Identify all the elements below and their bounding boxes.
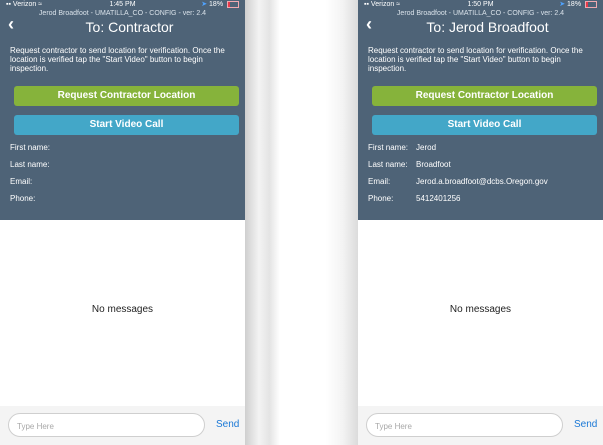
message-input-box[interactable] [8, 413, 205, 437]
battery-icon [227, 0, 239, 8]
email-row: Email: [10, 176, 32, 188]
first-name-label: First name: [10, 143, 51, 152]
compose-bar: Send [358, 406, 603, 445]
battery-status: ➤ 18% [201, 0, 239, 9]
battery-percent: 18% [209, 1, 224, 8]
instructions-text: Request contractor to send location for … [10, 46, 225, 73]
message-input-box[interactable] [366, 413, 563, 437]
phone-label: Phone: [10, 194, 36, 203]
battery-percent: 18% [567, 1, 582, 8]
phone-label: Phone: [368, 194, 394, 203]
location-arrow-icon: ➤ [559, 1, 566, 8]
empty-messages-text: No messages [449, 304, 512, 315]
last-name-row: Last name: Broadfoot [368, 159, 451, 171]
phone-screen-contractor: ▪▪ Verizon ≈ 1:45 PM ➤ 18% ‹ Jerod Broad… [0, 0, 245, 445]
first-name-row: First name: Jerod [368, 142, 436, 154]
start-video-call-button[interactable]: Start Video Call [14, 115, 239, 135]
first-name-row: First name: [10, 142, 50, 154]
phone-row: Phone: [10, 193, 35, 205]
last-name-value: Broadfoot [416, 160, 451, 169]
battery-status: ➤ 18% [559, 0, 597, 9]
session-subtitle: Jerod Broadfoot - UMATILLA_CO - CONFIG -… [396, 10, 565, 17]
send-button[interactable]: Send [216, 419, 239, 430]
email-value: Jerod.a.broadfoot@dcbs.Oregon.gov [416, 177, 548, 186]
location-arrow-icon: ➤ [201, 1, 208, 8]
request-location-button[interactable]: Request Contractor Location [372, 86, 597, 106]
instructions-text: Request contractor to send location for … [368, 46, 583, 73]
request-location-button[interactable]: Request Contractor Location [14, 86, 239, 106]
chat-title: To: Contractor [85, 19, 174, 35]
email-label: Email: [368, 177, 391, 186]
battery-icon [585, 0, 597, 8]
message-input[interactable] [373, 415, 547, 437]
email-row: Email: Jerod.a.broadfoot@dcbs.Oregon.gov [368, 176, 548, 188]
phone-row: Phone: 5412401256 [368, 193, 461, 205]
session-subtitle: Jerod Broadfoot - UMATILLA_CO - CONFIG -… [38, 10, 207, 17]
first-name-value: Jerod [416, 143, 437, 152]
status-bar: ▪▪ Verizon ≈ 1:45 PM ➤ 18% [0, 0, 245, 9]
page-shadow [245, 0, 280, 445]
page-shadow [326, 0, 360, 445]
chat-header: ▪▪ Verizon ≈ 1:50 PM ➤ 18% ‹ Jerod Broad… [358, 0, 603, 220]
start-video-call-button[interactable]: Start Video Call [372, 115, 597, 135]
message-input[interactable] [15, 415, 189, 437]
send-button[interactable]: Send [574, 419, 597, 430]
last-name-label: Last name: [368, 160, 408, 169]
empty-messages-text: No messages [91, 304, 154, 315]
compose-bar: Send [0, 406, 245, 445]
phone-value: 5412401256 [416, 194, 461, 203]
phone-screen-jerod: ▪▪ Verizon ≈ 1:50 PM ➤ 18% ‹ Jerod Broad… [358, 0, 603, 445]
message-list[interactable]: No messages [0, 220, 245, 406]
chat-title: To: Jerod Broadfoot [426, 19, 549, 35]
last-name-row: Last name: [10, 159, 50, 171]
email-label: Email: [10, 177, 33, 186]
chat-header: ▪▪ Verizon ≈ 1:45 PM ➤ 18% ‹ Jerod Broad… [0, 0, 245, 220]
first-name-label: First name: [368, 143, 409, 152]
last-name-label: Last name: [10, 160, 50, 169]
message-list[interactable]: No messages [358, 220, 603, 406]
status-bar: ▪▪ Verizon ≈ 1:50 PM ➤ 18% [358, 0, 603, 9]
